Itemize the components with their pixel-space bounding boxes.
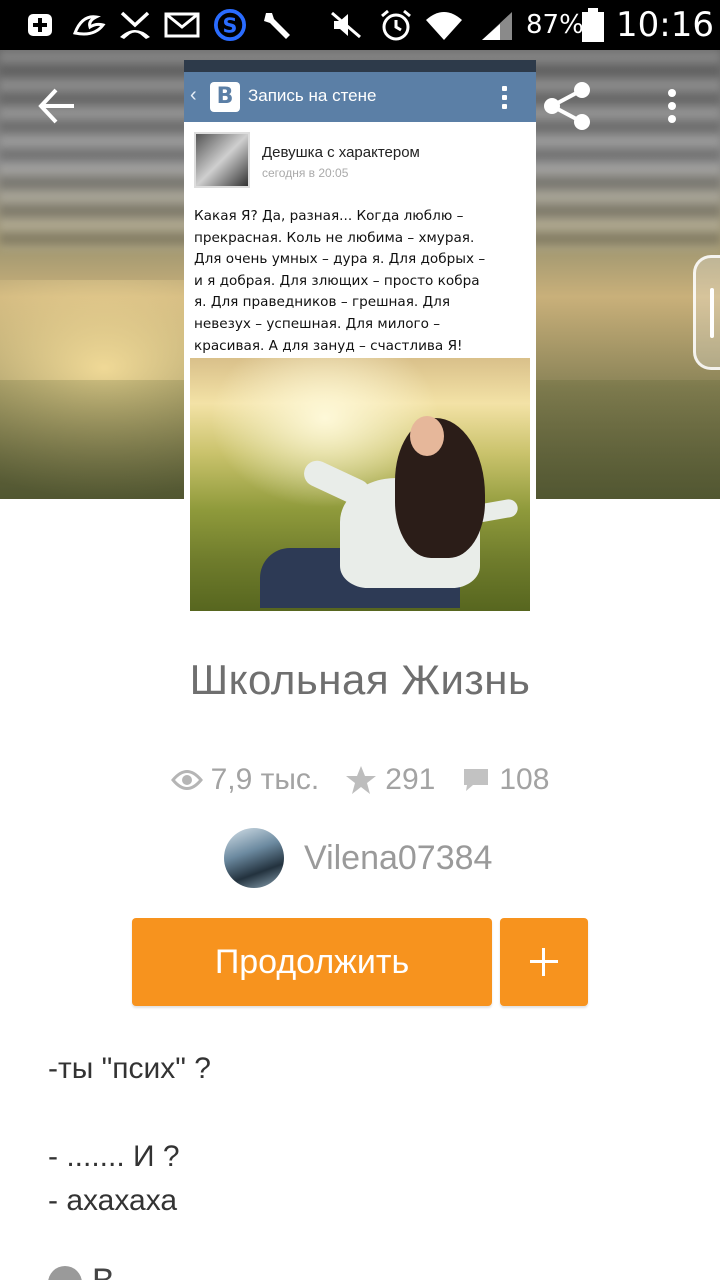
stars-count: 291 — [385, 763, 436, 796]
star-icon — [346, 766, 377, 794]
partial-avatar-icon — [48, 1266, 82, 1280]
battery-icon — [582, 8, 604, 42]
embedded-post-line: Какая Я? Да, разная... Когда люблю – — [194, 208, 464, 224]
stars-stat[interactable]: 291 — [345, 763, 435, 797]
plus-icon — [530, 948, 558, 976]
author-name[interactable]: Vilena07384 — [304, 839, 492, 878]
svg-text:S: S — [223, 14, 238, 38]
embedded-post-photo — [190, 358, 530, 611]
embedded-post-line: Для очень умных – дура я. Для добрых – — [194, 251, 486, 268]
embedded-header-title: Запись на стене — [248, 86, 377, 105]
embedded-menu-icon — [502, 86, 508, 110]
vk-logo-icon: В — [210, 82, 240, 112]
mute-icon — [331, 11, 361, 39]
eye-icon — [170, 770, 203, 790]
embedded-back-icon: ‹ — [190, 84, 197, 106]
wifi-icon — [426, 12, 462, 40]
side-panel-handle[interactable] — [693, 255, 720, 370]
share-icon[interactable] — [542, 80, 594, 132]
body-line: - ахахаха — [48, 1184, 178, 1217]
skype-icon: S — [214, 9, 246, 41]
comments-count: 108 — [499, 763, 550, 796]
author-avatar[interactable] — [224, 828, 284, 888]
embedded-post-line: прекрасная. Коль не любима – хмурая. — [194, 229, 475, 246]
embedded-post-line: невезух – успешная. Для милого – — [194, 315, 441, 332]
alarm-icon — [381, 9, 411, 41]
author-row[interactable]: Vilena07384 — [224, 828, 492, 888]
wrench-icon — [264, 13, 290, 39]
body-line: - ....... И ? — [48, 1140, 180, 1173]
photo-figure-face — [410, 416, 444, 456]
embedded-post-line: и я добрая. Для злющих – просто кобра — [194, 272, 480, 289]
views-count: 7,9 тыс. — [210, 763, 320, 796]
embedded-post-text: Какая Я? Да, разная... Когда люблю – пре… — [194, 206, 528, 357]
bird-app-icon — [72, 15, 106, 36]
clock: 10:16 — [616, 5, 714, 45]
embedded-screenshot[interactable]: ‹ В Запись на стене Девушка с характером… — [184, 60, 536, 611]
embedded-status-strip — [184, 60, 536, 72]
add-button[interactable] — [500, 918, 588, 1006]
embedded-author-avatar — [194, 132, 250, 188]
stats-row: 7,9 тыс. 291 108 — [0, 758, 720, 802]
comments-stat[interactable]: 108 — [461, 763, 549, 797]
add-notification-icon — [28, 14, 52, 36]
status-bar: S 87% 10:16 — [0, 0, 720, 50]
page-title: Школьная Жизнь — [189, 656, 531, 703]
views-stat: 7,9 тыс. — [170, 763, 320, 797]
missed-call-icon — [120, 11, 150, 39]
more-vert-icon[interactable] — [666, 88, 678, 124]
embedded-header: ‹ В Запись на стене — [184, 72, 536, 122]
continue-button[interactable]: Продолжить — [132, 918, 492, 1006]
body-line: -ты "псих" ? — [48, 1052, 211, 1085]
comment-icon — [464, 769, 489, 791]
embedded-post-date: сегодня в 20:05 — [262, 166, 349, 180]
embedded-post-line: я. Для праведников – грешная. Для — [194, 294, 451, 311]
body-line-partial: В — [92, 1262, 115, 1280]
embedded-post-line: красивая. А для зануд – счастлива Я! — [194, 337, 463, 354]
battery-percent: 87% — [526, 10, 584, 40]
back-arrow-icon[interactable] — [38, 88, 76, 124]
embedded-author-name: Девушка с характером — [262, 144, 420, 161]
mail-icon — [164, 12, 200, 38]
signal-icon — [482, 12, 512, 40]
